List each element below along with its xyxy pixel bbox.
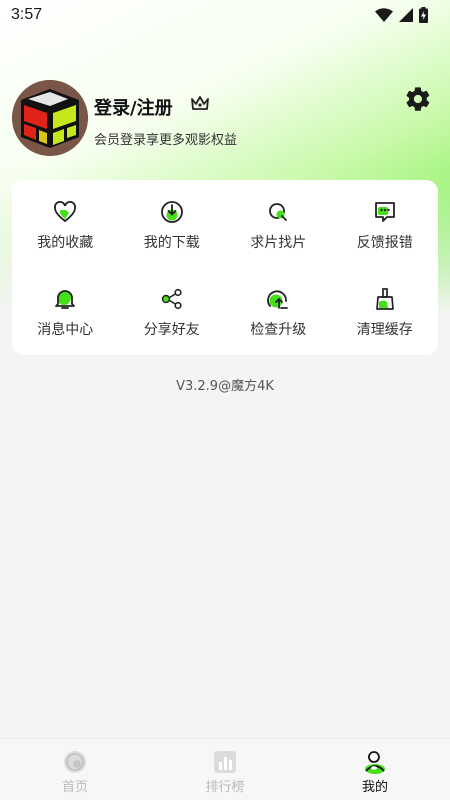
broom-icon (375, 288, 394, 310)
menu-card: 我的收藏 我的下载 求片找片 反馈报错 消息中心 分享好友 检查升级 清理缓存 (12, 180, 438, 355)
menu-label: 求片找片 (250, 235, 307, 251)
signal-icon (399, 8, 413, 22)
battery-charging-icon (419, 7, 428, 23)
menu-label: 反馈报错 (356, 235, 413, 251)
menu-label: 分享好友 (143, 322, 200, 338)
menu-item-upgrade[interactable]: 检查升级 (225, 267, 332, 355)
login-subtitle: 会员登录享更多观影权益 (94, 133, 238, 148)
nav-tab-home[interactable]: 首页 (0, 739, 150, 800)
nav-tab-profile[interactable]: 我的 (300, 739, 450, 800)
status-bar: 3:57 (0, 0, 450, 30)
wifi-icon (375, 8, 393, 22)
status-time: 3:57 (11, 6, 43, 23)
share-icon (161, 288, 182, 310)
crown-icon (191, 96, 209, 110)
search-film-icon (269, 203, 288, 221)
home-icon (64, 751, 86, 773)
menu-label: 消息中心 (37, 322, 94, 338)
rubiks-cube-avatar (12, 80, 88, 156)
menu-label: 检查升级 (250, 322, 307, 338)
profile-header: 登录/注册 会员登录享更多观影权益 (12, 80, 438, 156)
profile-icon (365, 751, 385, 774)
nav-label: 我的 (361, 780, 388, 795)
menu-label: 清理缓存 (356, 322, 413, 338)
upgrade-icon (267, 290, 289, 309)
menu-item-messages[interactable]: 消息中心 (12, 267, 119, 355)
feedback-icon (374, 202, 395, 222)
bottom-nav: 首页 排行榜 我的 (0, 738, 450, 800)
avatar[interactable] (12, 80, 88, 156)
version-label: V3.2.9@魔方4K (176, 379, 274, 394)
heart-icon (54, 201, 77, 223)
menu-item-clear-cache[interactable]: 清理缓存 (332, 267, 439, 355)
bell-icon (55, 290, 76, 309)
status-icons (375, 7, 428, 23)
login-register-link[interactable]: 登录/注册 (94, 94, 173, 120)
ranking-icon (214, 751, 236, 773)
menu-item-feedback[interactable]: 反馈报错 (332, 180, 439, 267)
gear-icon[interactable] (404, 85, 432, 113)
menu-item-favorites[interactable]: 我的收藏 (12, 180, 119, 267)
menu-item-request-film[interactable]: 求片找片 (225, 180, 332, 267)
nav-tab-ranking[interactable]: 排行榜 (150, 739, 300, 800)
menu-label: 我的下载 (143, 235, 200, 251)
nav-label: 排行榜 (205, 780, 245, 795)
menu-item-downloads[interactable]: 我的下载 (119, 180, 226, 267)
menu-item-share[interactable]: 分享好友 (119, 267, 226, 355)
download-icon (160, 201, 183, 223)
menu-label: 我的收藏 (37, 235, 94, 251)
screen: 3:57 登录/注册 会员登录享更多观影权益 我的收藏 我的下载 求片找片 反馈… (0, 0, 450, 800)
nav-label: 首页 (61, 780, 88, 795)
